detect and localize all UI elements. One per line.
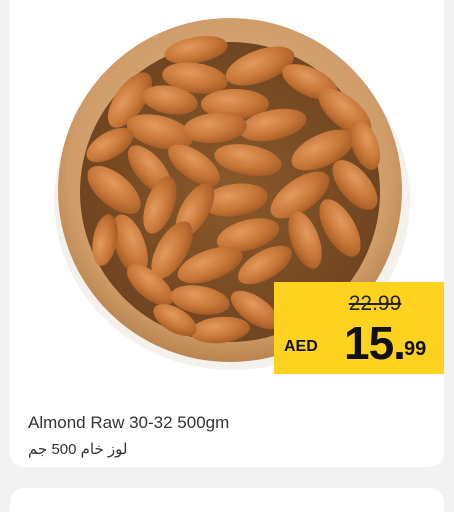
- product-name-arabic[interactable]: لوز خام 500 جم: [28, 440, 128, 458]
- product-name-english[interactable]: Almond Raw 30-32 500gm: [28, 413, 229, 433]
- current-price-integer: 15.: [344, 317, 406, 369]
- old-price: 22.99: [348, 292, 402, 315]
- currency-label: AED: [284, 338, 318, 355]
- price-badge: 22.99 AED 15. 99: [274, 282, 444, 374]
- next-card-edge: [10, 488, 444, 512]
- product-card[interactable]: 22.99 AED 15. 99 Almond Raw 30-32 500gm …: [10, 0, 444, 467]
- current-price-decimal: 99: [404, 338, 427, 360]
